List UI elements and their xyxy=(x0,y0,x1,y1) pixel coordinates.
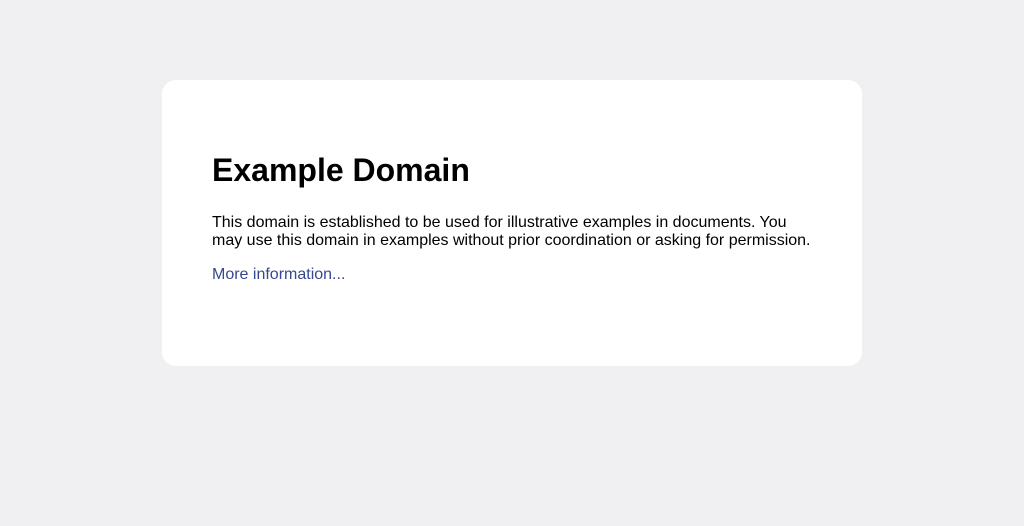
page-background: Example Domain This domain is establishe… xyxy=(0,0,1024,526)
more-information-link[interactable]: More information... xyxy=(212,266,345,283)
content-card: Example Domain This domain is establishe… xyxy=(162,80,862,366)
page-title: Example Domain xyxy=(212,152,470,188)
link-container: More information... xyxy=(212,266,812,284)
description-paragraph: This domain is established to be used fo… xyxy=(212,214,811,249)
